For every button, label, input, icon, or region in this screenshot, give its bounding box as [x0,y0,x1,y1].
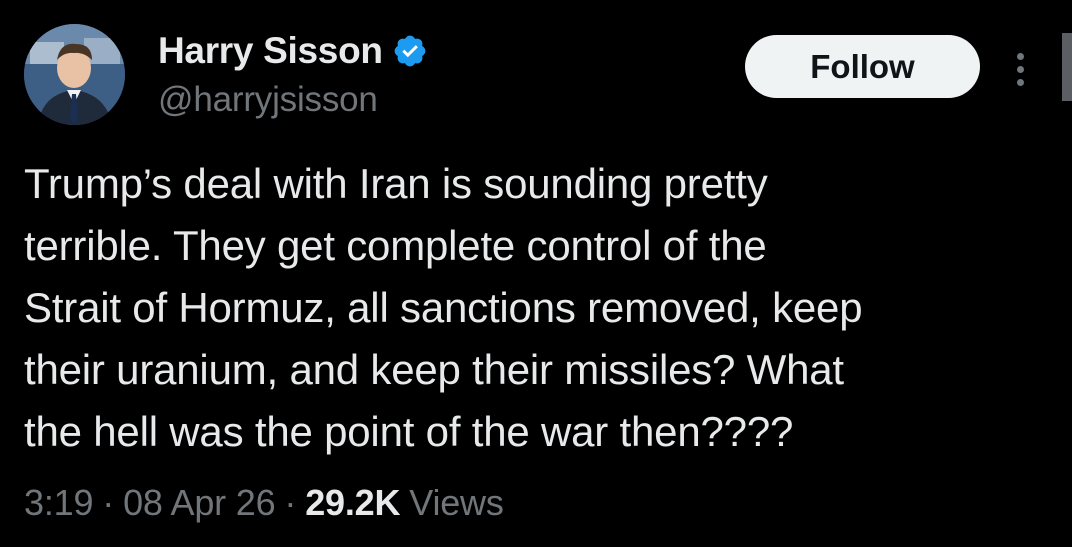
tweet-time[interactable]: 3:19 [24,482,93,524]
tweet-text: Trump’s deal with Iran is sounding prett… [24,160,863,455]
views-label: Views [409,482,504,523]
more-dot [1016,78,1024,86]
avatar[interactable] [24,24,125,125]
tweet-meta: 3:19 · 08 Apr 26 · 29.2K Views [24,482,504,524]
tweet-card: Harry Sisson @harryjsisson Follow Trump’… [0,0,1072,547]
more-dot [1016,65,1024,73]
follow-button[interactable]: Follow [745,35,980,98]
display-name-row: Harry Sisson [158,26,428,76]
meta-separator: · [102,482,115,523]
author-handle[interactable]: @harryjsisson [158,80,428,120]
author-info: Harry Sisson @harryjsisson [158,26,428,120]
tweet-date[interactable]: 08 Apr 26 [123,482,276,524]
views-count: 29.2K [305,482,401,523]
tweet-header: Harry Sisson @harryjsisson Follow [24,24,1054,134]
scrollbar-thumb[interactable] [1062,33,1072,101]
display-name[interactable]: Harry Sisson [158,30,383,72]
meta-separator: · [284,482,297,523]
more-dot [1016,52,1024,60]
verified-badge-icon[interactable] [392,33,428,69]
more-options-icon[interactable] [1008,44,1032,94]
avatar-image [24,24,125,125]
